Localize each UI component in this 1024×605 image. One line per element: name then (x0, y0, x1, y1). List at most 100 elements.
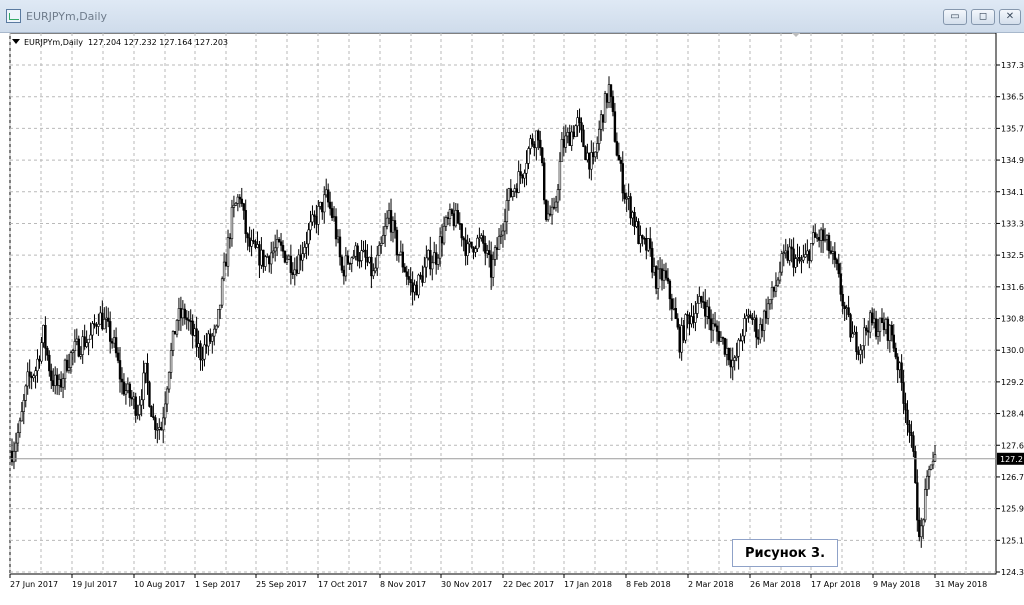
candle-body (146, 362, 149, 383)
candle-body (690, 316, 693, 325)
candle-body (874, 318, 878, 337)
candle-body (340, 256, 344, 271)
candle-body (519, 171, 522, 176)
candle-body (215, 325, 218, 330)
candle-body (495, 247, 499, 250)
candle-body (397, 254, 401, 256)
candle-body (815, 237, 819, 239)
candle-body (228, 237, 232, 240)
candle-body (57, 378, 61, 386)
candle-body (814, 232, 817, 238)
candle-body (629, 196, 632, 219)
candle-body (238, 196, 242, 200)
candlestick-chart[interactable]: 137.3 136.5 135.7 134.9 134.1 133.3 132.5 131.6… (0, 32, 1024, 601)
close-button[interactable]: ✕ (999, 9, 1021, 25)
candle-body (609, 84, 613, 97)
candle-body (108, 321, 112, 342)
candle-body (723, 338, 727, 355)
candle-body (205, 344, 208, 347)
candle-body (780, 253, 784, 273)
candle-body (99, 312, 102, 325)
x-tick-label: 30 Nov 2017 (441, 580, 492, 589)
candle-body (760, 324, 764, 331)
candle-body (876, 331, 880, 337)
figure-caption: Рисунок 3. (732, 539, 838, 567)
candle-body (607, 84, 611, 103)
y-tick-label: 126.7 (1001, 473, 1024, 482)
candle-body (737, 339, 740, 357)
candle-body (124, 390, 128, 395)
x-tick-label: 8 Nov 2017 (380, 580, 426, 589)
chart-area[interactable]: 137.3 136.5 135.7 134.9 134.1 133.3 132.5 131.6… (0, 32, 1024, 601)
candle-body (482, 235, 485, 244)
candle-body (195, 328, 198, 348)
candle-body (136, 414, 139, 416)
y-tick-label: 133.3 (1001, 219, 1024, 228)
candle-body (370, 256, 373, 277)
candle-body (705, 306, 709, 317)
candle-body (570, 131, 573, 146)
candle-body (692, 316, 695, 323)
candle-body (731, 360, 734, 368)
candle-body (499, 234, 503, 237)
minimize-button[interactable]: ▭ (943, 9, 967, 25)
candle-body (389, 210, 393, 233)
candle-body (354, 245, 357, 257)
candle-body (590, 152, 593, 170)
candle-body (766, 303, 770, 319)
y-tick-label: 137.3 (1001, 61, 1024, 70)
candle-body (867, 330, 870, 333)
window-titlebar[interactable]: EURJPYm,Daily ▭ ◻ ✕ (0, 0, 1024, 33)
candle-body (128, 383, 132, 398)
candle-body (556, 189, 560, 203)
candle-body (50, 370, 53, 381)
candle-body (596, 143, 599, 153)
candle-body (458, 223, 461, 225)
candle-body (802, 256, 805, 261)
candle-body (788, 246, 791, 261)
candle-body (562, 139, 566, 148)
candle-body (334, 216, 338, 240)
candle-body (454, 210, 458, 227)
candle-body (323, 194, 326, 213)
dropdown-triangle-icon[interactable] (12, 39, 20, 44)
candle-body (727, 347, 730, 361)
candle-body (594, 151, 597, 158)
candle-body (908, 424, 911, 433)
candle-body (686, 314, 689, 316)
candle-body (358, 260, 361, 262)
candle-body (645, 238, 648, 251)
candle-body (872, 318, 876, 324)
candle-body (67, 367, 71, 371)
candle-body (232, 204, 236, 208)
x-tick-label: 22 Dec 2017 (503, 580, 554, 589)
candle-body (599, 114, 603, 130)
candle-body (515, 188, 518, 193)
candle-body (572, 131, 575, 138)
maximize-button[interactable]: ◻ (971, 9, 995, 25)
candle-body (295, 269, 298, 274)
candle-body (203, 344, 206, 360)
candle-body (664, 270, 668, 279)
candle-body (338, 236, 342, 258)
candle-body (466, 243, 469, 256)
candle-body (548, 213, 552, 216)
candle-body (841, 294, 844, 307)
candle-body (615, 141, 619, 156)
candle-body (745, 315, 748, 319)
candle-body (898, 362, 901, 371)
candle-body (542, 162, 546, 201)
candle-body (61, 378, 65, 388)
candle-body (853, 331, 856, 335)
candle-body (806, 250, 809, 255)
candle-body (735, 355, 738, 359)
candle-body (784, 250, 787, 254)
candle-body (470, 241, 473, 248)
candle-body (26, 371, 29, 387)
candle-body (845, 307, 848, 309)
candle-body (489, 254, 493, 278)
candle-body (183, 308, 187, 319)
candle-body (931, 460, 935, 466)
candle-body (613, 111, 617, 142)
candle-body (450, 209, 454, 214)
